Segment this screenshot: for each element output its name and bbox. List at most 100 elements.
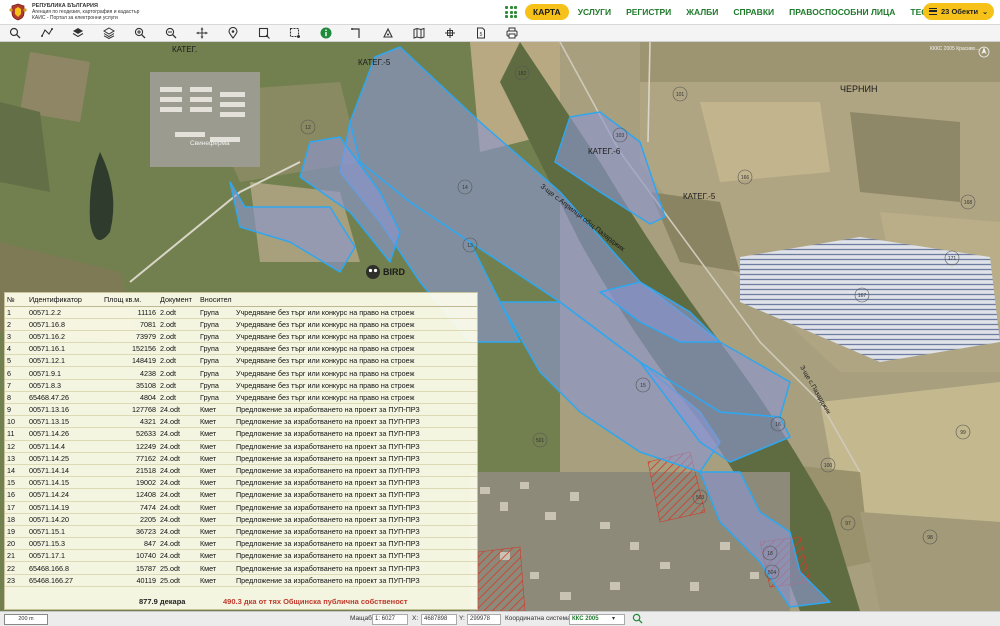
apps-grid-icon[interactable] — [505, 6, 517, 18]
table-row[interactable]: 13 00571.14.25 77162 24.odt Кмет Предложение … — [5, 452, 477, 465]
row-purpose: Учредяване без търг или конкурс на право… — [234, 391, 477, 405]
col-identifier[interactable]: Идентификатор — [27, 293, 102, 307]
col-submitter[interactable]: Вносител — [198, 293, 234, 307]
row-number: 5 — [5, 354, 27, 368]
row-area: 4321 — [102, 415, 158, 429]
parcel-number-13: 13 — [467, 243, 473, 249]
row-identifier: 00571.14.15 — [27, 476, 102, 490]
row-number: 22 — [5, 561, 27, 575]
row-identifier: 00571.14.26 — [27, 427, 102, 441]
table-row[interactable]: 11 00571.14.26 52633 24.odt Кмет Предложение … — [5, 427, 477, 441]
row-identifier: 00571.13.16 — [27, 403, 102, 417]
row-submitter: Кмет — [198, 501, 234, 514]
row-identifier: 00571.2.2 — [27, 306, 102, 319]
chevron-down-icon: ⌄ — [982, 8, 988, 16]
nav-karta[interactable]: КАРТА — [525, 4, 569, 20]
table-row[interactable]: 3 00571.16.2 73979 2.odt Група Учредяване без… — [5, 330, 477, 344]
table-row[interactable]: 21 00571.17.1 10740 24.odt Кмет Предложение з… — [5, 549, 477, 563]
table-row[interactable]: 5 00571.12.1 148419 2.odt Група Учредяване бе… — [5, 354, 477, 368]
row-identifier: 00571.8.3 — [27, 379, 102, 392]
table-row[interactable]: 1 00571.2.2 11116 2.odt Група Учредяване без … — [5, 306, 477, 319]
row-document: 2.odt — [158, 306, 198, 319]
row-document: 2.odt — [158, 379, 198, 392]
row-identifier: 00571.15.3 — [27, 537, 102, 551]
row-area: 7081 — [102, 318, 158, 331]
row-number: 10 — [5, 415, 27, 429]
table-row[interactable]: 15 00571.14.15 19002 24.odt Кмет Предложение … — [5, 476, 477, 490]
row-area: 40119 — [102, 574, 158, 587]
scale-label: Мащаб — [350, 615, 372, 622]
layers-icon[interactable] — [71, 26, 85, 40]
row-document: 24.odt — [158, 464, 198, 478]
table-row[interactable]: 22 65468.166.8 15787 25.odt Кмет Предложение … — [5, 561, 477, 575]
map-icon[interactable] — [412, 26, 426, 40]
measure-icon[interactable] — [40, 26, 54, 40]
row-area: 77162 — [102, 452, 158, 465]
table-row[interactable]: 10 00571.13.15 4321 24.odt Кмет Предложение з… — [5, 415, 477, 429]
table-row[interactable]: 16 00571.14.24 12408 24.odt Кмет Предложение … — [5, 488, 477, 502]
row-number: 15 — [5, 476, 27, 490]
zoom-to-search-icon[interactable] — [632, 613, 643, 626]
zoom-out-icon[interactable] — [164, 26, 178, 40]
row-submitter: Кмет — [198, 574, 234, 587]
nav-pravosposobni[interactable]: ПРАВОСПОСОБНИ ЛИЦА — [783, 4, 901, 20]
crs-select[interactable]: ККС 2005 — [569, 614, 625, 625]
row-submitter: Кмет — [198, 513, 234, 526]
table-row[interactable]: 19 00571.15.1 36723 24.odt Кмет Предложение з… — [5, 525, 477, 539]
line-tool-icon[interactable] — [350, 26, 364, 40]
settings-icon[interactable] — [443, 26, 457, 40]
row-identifier: 00571.16.1 — [27, 342, 102, 356]
row-number: 13 — [5, 452, 27, 465]
pan-icon[interactable] — [195, 26, 209, 40]
crs-chevron-icon[interactable]: ▾ — [612, 615, 615, 622]
pin-icon[interactable] — [226, 26, 240, 40]
row-number: 4 — [5, 342, 27, 356]
row-area: 127768 — [102, 403, 158, 417]
row-submitter: Група — [198, 354, 234, 368]
polygon-select-icon[interactable] — [288, 26, 302, 40]
document-icon[interactable]: 5 — [474, 26, 488, 40]
point-tool-icon[interactable] — [381, 26, 395, 40]
row-purpose: Учредяване без търг или конкурс на право… — [234, 366, 477, 380]
row-identifier: 65468.47.26 — [27, 391, 102, 405]
scale-input[interactable]: 1: 6027 — [372, 614, 408, 625]
row-identifier: 65468.166.8 — [27, 561, 102, 575]
scale-bar: 200 m — [4, 614, 48, 625]
table-row[interactable]: 14 00571.14.14 21518 24.odt Кмет Предложение … — [5, 464, 477, 478]
stack-icon[interactable] — [102, 26, 116, 40]
rectangle-select-icon[interactable] — [257, 26, 271, 40]
row-submitter: Кмет — [198, 537, 234, 551]
row-submitter: Кмет — [198, 464, 234, 478]
row-document: 25.odt — [158, 574, 198, 587]
table-row[interactable]: 12 00571.14.4 12249 24.odt Кмет Предложение з… — [5, 440, 477, 453]
zoom-in-icon[interactable] — [133, 26, 147, 40]
table-row[interactable]: 7 00571.8.3 35108 2.odt Група Учредяване без … — [5, 379, 477, 392]
row-purpose: Предложение за изработването на проект з… — [234, 574, 477, 587]
table-row[interactable]: 4 00571.16.1 152156 2.odt Група Учредяване бе… — [5, 342, 477, 356]
table-row[interactable]: 2 00571.16.8 7081 2.odt Група Учредяване без … — [5, 318, 477, 331]
info-icon[interactable] — [319, 26, 333, 40]
table-row[interactable]: 6 00571.9.1 4238 2.odt Група Учредяване без т… — [5, 366, 477, 380]
search-icon[interactable] — [8, 26, 22, 40]
nav-uslugi[interactable]: УСЛУГИ — [572, 4, 617, 20]
col-number[interactable]: № — [5, 293, 27, 307]
table-row[interactable]: 17 00571.14.19 7474 24.odt Кмет Предложение з… — [5, 501, 477, 514]
table-row[interactable]: 8 65468.47.26 4804 2.odt Група Учредяване без… — [5, 391, 477, 405]
col-document[interactable]: Документ — [158, 293, 198, 307]
nav-spravki[interactable]: СПРАВКИ — [727, 4, 780, 20]
agency-name: РЕПУБЛИКА БЪЛГАРИЯ Агенция по геодезия, … — [32, 3, 139, 21]
agency-logo[interactable]: РЕПУБЛИКА БЪЛГАРИЯ Агенция по геодезия, … — [8, 2, 139, 22]
hatched-area-3 — [477, 546, 526, 611]
col-area[interactable]: Площ кв.м. — [102, 293, 158, 307]
table-row[interactable]: 9 00571.13.16 127768 24.odt Кмет Предложение … — [5, 403, 477, 417]
table-row[interactable]: 20 00571.15.3 847 24.odt Кмет Предложение за … — [5, 537, 477, 551]
nav-registri[interactable]: РЕГИСТРИ — [620, 4, 677, 20]
parcel-number-168: 168 — [964, 200, 973, 206]
objects-button[interactable]: 23 Обекти ⌄ — [923, 3, 994, 20]
table-row[interactable]: 23 65468.166.27 40119 25.odt Кмет Предложение… — [5, 574, 477, 587]
print-icon[interactable] — [505, 26, 519, 40]
parcel-number-503: 503 — [696, 495, 705, 501]
row-identifier: 00571.14.14 — [27, 464, 102, 478]
table-row[interactable]: 18 00571.14.20 2205 24.odt Кмет Предложение з… — [5, 513, 477, 526]
nav-zhalbi[interactable]: ЖАЛБИ — [680, 4, 724, 20]
